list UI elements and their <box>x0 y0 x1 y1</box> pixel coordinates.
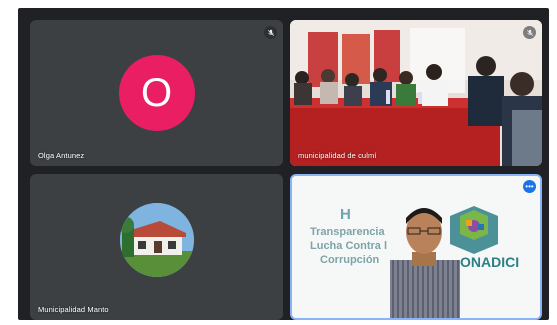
participant-name: Olga Antunez <box>38 151 85 160</box>
participant-tile-culmi[interactable]: municipalidad de culmí <box>290 20 542 166</box>
participant-tile-speaker[interactable]: Transparencia Lucha Contra l Corrupción … <box>290 174 542 320</box>
background-subtitle-2: Corrupción <box>320 254 380 266</box>
mic-off-icon <box>523 26 536 39</box>
participant-tile-olga[interactable]: O Olga Antunez <box>30 20 283 166</box>
participant-name: Municipalidad Manto <box>38 305 109 314</box>
hf-logo-mark: H <box>340 206 351 223</box>
meeting-grid: O Olga Antunez municipalidad de culmí Mu… <box>18 8 549 320</box>
mic-off-icon <box>264 26 277 39</box>
more-dots-icon: ••• <box>525 181 534 191</box>
background-title: Transparencia <box>310 226 385 238</box>
participant-avatar: O <box>118 55 195 131</box>
participant-avatar <box>119 203 194 277</box>
participant-tile-manto[interactable]: Municipalidad Manto <box>30 174 283 320</box>
avatar-letter: O <box>140 70 173 115</box>
participant-name: municipalidad de culmí <box>298 151 377 160</box>
onadici-logo: ONADICI <box>460 254 520 270</box>
background-subtitle: Lucha Contra l <box>310 240 388 252</box>
house-photo <box>119 203 194 277</box>
participant-video <box>290 20 542 166</box>
more-options-button[interactable]: ••• <box>523 180 536 193</box>
